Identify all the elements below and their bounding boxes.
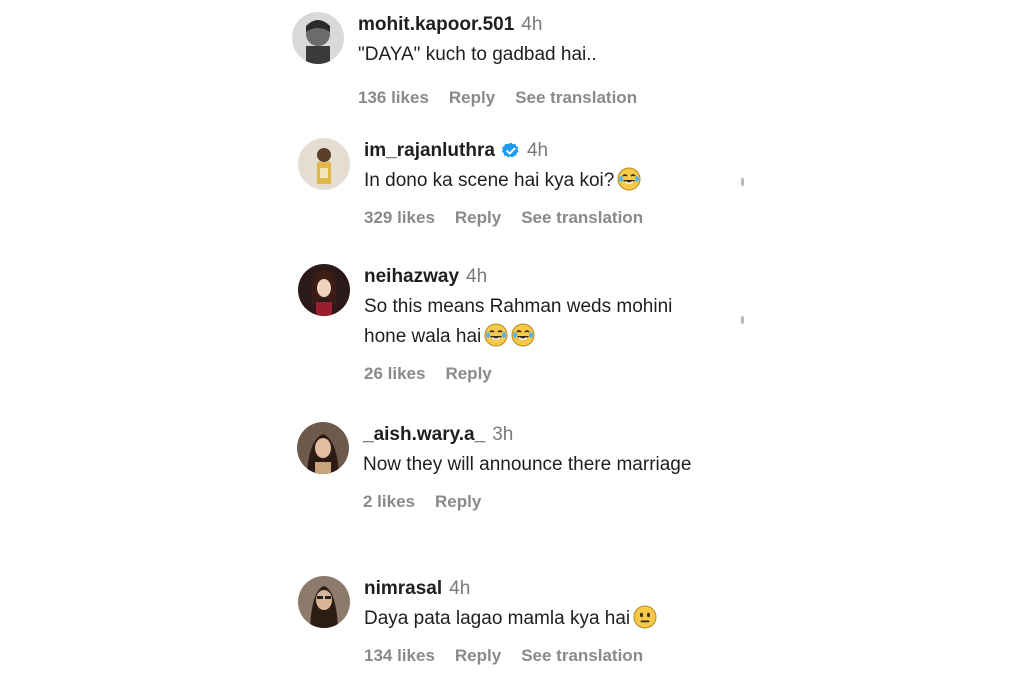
username[interactable]: nimrasal	[364, 578, 442, 600]
username[interactable]: im_rajanluthra	[364, 140, 495, 162]
comment-header: _aish.wary.a_ 3h	[363, 422, 703, 448]
reply-button[interactable]: Reply	[435, 492, 481, 512]
like-heart-icon[interactable]	[741, 178, 744, 186]
comment-header: im_rajanluthra 4h	[364, 138, 704, 164]
username[interactable]: mohit.kapoor.501	[358, 14, 514, 36]
comment-actions: 329 likes Reply See translation	[364, 208, 704, 228]
reply-button[interactable]: Reply	[455, 646, 501, 666]
reply-button[interactable]: Reply	[449, 88, 495, 108]
comment-text: "DAYA" kuch to gadbad hai..	[358, 44, 597, 65]
comment-body: _aish.wary.a_ 3h Now they will announce …	[363, 422, 703, 512]
timestamp: 3h	[492, 424, 514, 445]
comment-header: neihazway 4h	[364, 264, 704, 290]
laughing-tears-emoji-icon	[511, 323, 535, 347]
reply-button[interactable]: Reply	[455, 208, 501, 228]
timestamp: 4h	[466, 266, 488, 287]
comment-body: im_rajanluthra 4h In dono ka scene hai k…	[364, 138, 704, 228]
comment-text: Now they will announce there marriage	[363, 454, 692, 475]
comment-header: mohit.kapoor.501 4h	[358, 12, 698, 38]
like-heart-icon[interactable]	[741, 316, 744, 324]
avatar[interactable]	[298, 576, 350, 628]
avatar[interactable]	[297, 422, 349, 474]
likes-count[interactable]: 26 likes	[364, 364, 425, 384]
comment-body: nimrasal 4h Daya pata lagao mamla kya ha…	[364, 576, 704, 666]
verified-badge-icon	[501, 142, 520, 160]
likes-count[interactable]: 134 likes	[364, 646, 435, 666]
comment-actions: 26 likes Reply	[364, 364, 704, 384]
comment-actions: 2 likes Reply	[363, 492, 703, 512]
username[interactable]: _aish.wary.a_	[363, 424, 485, 446]
laughing-tears-emoji-icon	[484, 323, 508, 347]
comment-actions: 136 likes Reply See translation	[358, 88, 698, 108]
see-translation-button[interactable]: See translation	[521, 646, 643, 666]
likes-count[interactable]: 2 likes	[363, 492, 415, 512]
see-translation-button[interactable]: See translation	[521, 208, 643, 228]
timestamp: 4h	[521, 14, 543, 35]
comment-text: So this means Rahman weds mohini hone wa…	[364, 292, 704, 352]
username[interactable]: neihazway	[364, 266, 459, 288]
timestamp: 4h	[449, 578, 471, 599]
comment-text-content: In dono ka scene hai kya koi?	[364, 170, 615, 191]
avatar[interactable]	[298, 264, 350, 316]
see-translation-button[interactable]: See translation	[515, 88, 637, 108]
comment-text: Daya pata lagao mamla kya hai	[364, 604, 704, 634]
reply-button[interactable]: Reply	[445, 364, 491, 384]
comment-text-content: Daya pata lagao mamla kya hai	[364, 608, 631, 629]
comment-body: mohit.kapoor.501 4h "DAYA" kuch to gadba…	[358, 12, 698, 108]
avatar[interactable]	[292, 12, 344, 64]
likes-count[interactable]: 136 likes	[358, 88, 429, 108]
avatar[interactable]	[298, 138, 350, 190]
comment-body: neihazway 4h So this means Rahman weds m…	[364, 264, 704, 384]
neutral-face-emoji-icon	[633, 605, 657, 629]
comment-actions: 134 likes Reply See translation	[364, 646, 704, 666]
comment-header: nimrasal 4h	[364, 576, 704, 602]
laughing-tears-emoji-icon	[617, 167, 641, 191]
likes-count[interactable]: 329 likes	[364, 208, 435, 228]
timestamp: 4h	[526, 140, 549, 161]
comment-text: In dono ka scene hai kya koi?	[364, 166, 704, 196]
